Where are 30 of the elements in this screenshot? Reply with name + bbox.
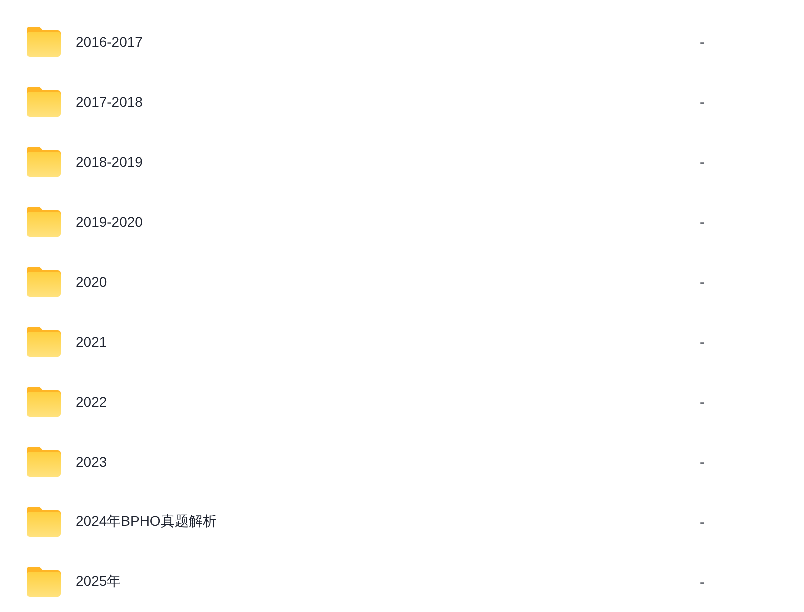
folder-name[interactable]: 2018-2019 [76, 154, 143, 170]
folder-icon [27, 447, 61, 477]
dash-value: - [700, 34, 705, 50]
dash-value: - [700, 154, 705, 170]
folder-name[interactable]: 2019-2020 [76, 214, 143, 230]
folder-icon [27, 267, 61, 297]
folder-icon [27, 27, 61, 57]
folder-icon [27, 567, 61, 597]
folder-icon [27, 327, 61, 357]
dash-value: - [700, 514, 705, 530]
folder-name[interactable]: 2023 [76, 454, 108, 470]
folder-icon [27, 147, 61, 177]
folder-name[interactable]: 2021 [76, 334, 108, 350]
folder-name[interactable]: 2017-2018 [76, 94, 143, 110]
folder-name[interactable]: 2016-2017 [76, 34, 143, 50]
folder-icon [27, 507, 61, 537]
folder-icon [27, 387, 61, 417]
folder-name[interactable]: 2020 [76, 274, 108, 290]
dash-value: - [700, 274, 705, 290]
folder-name[interactable]: 2025年 [76, 573, 122, 591]
folder-icon [27, 207, 61, 237]
dash-value: - [700, 334, 705, 350]
folder-icon [27, 87, 61, 117]
dash-value: - [700, 214, 705, 230]
dash-value: - [700, 454, 705, 470]
dash-value: - [700, 394, 705, 410]
dash-value: - [700, 94, 705, 110]
dash-value: - [700, 574, 705, 590]
folder-name[interactable]: 2022 [76, 394, 108, 410]
folder-name[interactable]: 2024年BPHO真题解析 [76, 513, 217, 531]
